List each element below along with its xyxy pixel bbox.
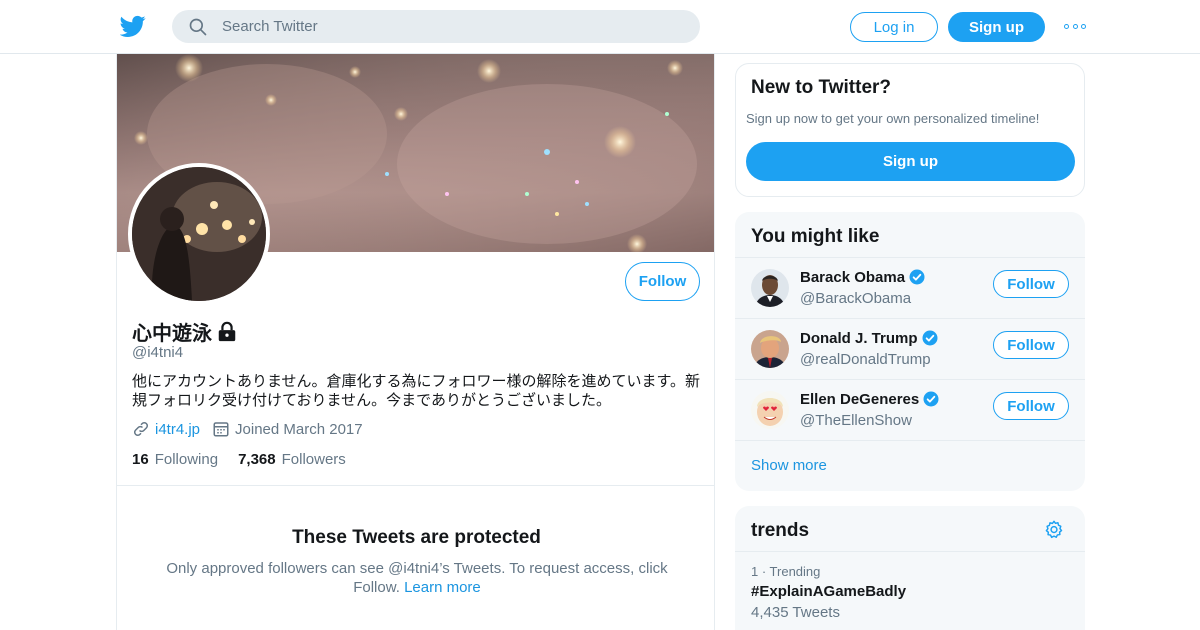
suggestion-item[interactable]: Donald J. Trump @realDonaldTrump Follow bbox=[735, 318, 1085, 379]
suggestion-name-text: Donald J. Trump bbox=[800, 329, 918, 347]
following-count: 16 bbox=[132, 451, 149, 468]
trend-tweet-count: 4,435 Tweets bbox=[751, 604, 840, 621]
suggestion-name[interactable]: Donald J. Trump bbox=[800, 329, 939, 347]
more-dots-icon[interactable] bbox=[1064, 20, 1086, 32]
new-to-twitter-card: New to Twitter? Sign up now to get your … bbox=[735, 63, 1085, 197]
profile-meta: i4tr4.jp Joined March 2017 bbox=[132, 420, 363, 438]
profile-website-link[interactable]: i4tr4.jp bbox=[155, 421, 200, 438]
suggestion-handle: @realDonaldTrump bbox=[800, 351, 931, 368]
verified-badge-icon bbox=[922, 330, 938, 346]
suggestion-item[interactable]: Ellen DeGeneres @TheEllenShow Follow bbox=[735, 379, 1085, 440]
profile-stats: 16 Following 7,368 Followers bbox=[132, 451, 366, 468]
profile-divider bbox=[117, 485, 714, 486]
suggestion-name[interactable]: Ellen DeGeneres bbox=[800, 390, 940, 408]
protected-text: Only approved followers can see @i4tni4’… bbox=[147, 559, 687, 597]
suggestion-follow-button[interactable]: Follow bbox=[993, 392, 1069, 420]
suggestion-handle: @TheEllenShow bbox=[800, 412, 912, 429]
follow-button[interactable]: Follow bbox=[625, 262, 700, 301]
search-bar[interactable] bbox=[172, 10, 700, 43]
top-bar: Log in Sign up bbox=[0, 0, 1200, 54]
trends-divider bbox=[735, 551, 1085, 552]
you-might-like-card: You might like Barack Obama @BarackObama… bbox=[735, 212, 1085, 491]
suggestion-handle: @BarackObama bbox=[800, 290, 912, 307]
avatar[interactable] bbox=[751, 391, 789, 429]
protected-title: These Tweets are protected bbox=[292, 527, 541, 548]
search-icon bbox=[189, 18, 207, 35]
profile-joined-date: Joined March 2017 bbox=[235, 420, 363, 438]
twitter-bird-icon[interactable] bbox=[120, 13, 146, 39]
followers-stat[interactable]: 7,368 Followers bbox=[238, 451, 346, 468]
new-to-twitter-title: New to Twitter? bbox=[751, 77, 892, 98]
suggestion-name[interactable]: Barack Obama bbox=[800, 268, 926, 286]
followers-label: Followers bbox=[281, 451, 346, 468]
search-input[interactable] bbox=[222, 18, 662, 35]
following-label: Following bbox=[154, 451, 219, 468]
profile-display-name: 心中遊泳 bbox=[132, 317, 238, 346]
sidebar-signup-button[interactable]: Sign up bbox=[746, 142, 1075, 181]
new-to-twitter-subtitle: Sign up now to get your own personalized… bbox=[746, 111, 1040, 126]
avatar[interactable] bbox=[751, 269, 789, 307]
show-more-link[interactable]: Show more bbox=[751, 457, 827, 474]
suggestion-follow-button[interactable]: Follow bbox=[993, 331, 1069, 359]
gear-icon[interactable] bbox=[1043, 519, 1065, 541]
profile-column: Follow 心中遊泳 @i4tni4 他にアカウントありません。倉庫化する為に… bbox=[116, 54, 715, 630]
suggestion-follow-button[interactable]: Follow bbox=[993, 270, 1069, 298]
trends-card: trends 1 · Trending #ExplainAGameBadly 4… bbox=[735, 506, 1085, 630]
trend-rank: 1 · Trending bbox=[751, 564, 821, 579]
you-might-like-title: You might like bbox=[751, 226, 880, 247]
verified-badge-icon bbox=[909, 269, 925, 285]
trend-name[interactable]: #ExplainAGameBadly bbox=[751, 583, 906, 600]
followers-count: 7,368 bbox=[238, 451, 276, 468]
list-divider bbox=[735, 440, 1085, 441]
suggestion-name-text: Barack Obama bbox=[800, 268, 906, 286]
display-name-text: 心中遊泳 bbox=[132, 323, 212, 345]
profile-handle: @i4tni4 bbox=[132, 344, 184, 361]
profile-avatar[interactable] bbox=[128, 163, 270, 305]
suggestion-name-text: Ellen DeGeneres bbox=[800, 390, 920, 408]
suggestion-item[interactable]: Barack Obama @BarackObama Follow bbox=[735, 257, 1085, 318]
profile-bio: 他にアカウントありません。倉庫化する為にフォロワー様の解除を進めています。新規フ… bbox=[132, 373, 701, 409]
lock-icon bbox=[218, 321, 236, 341]
link-icon bbox=[133, 421, 149, 437]
following-stat[interactable]: 16 Following bbox=[132, 451, 218, 468]
signup-button[interactable]: Sign up bbox=[948, 12, 1045, 42]
login-button[interactable]: Log in bbox=[850, 12, 938, 42]
avatar[interactable] bbox=[751, 330, 789, 368]
verified-badge-icon bbox=[923, 391, 939, 407]
learn-more-link[interactable]: Learn more bbox=[404, 579, 481, 596]
trends-title: trends bbox=[751, 520, 810, 541]
calendar-icon bbox=[213, 422, 229, 437]
